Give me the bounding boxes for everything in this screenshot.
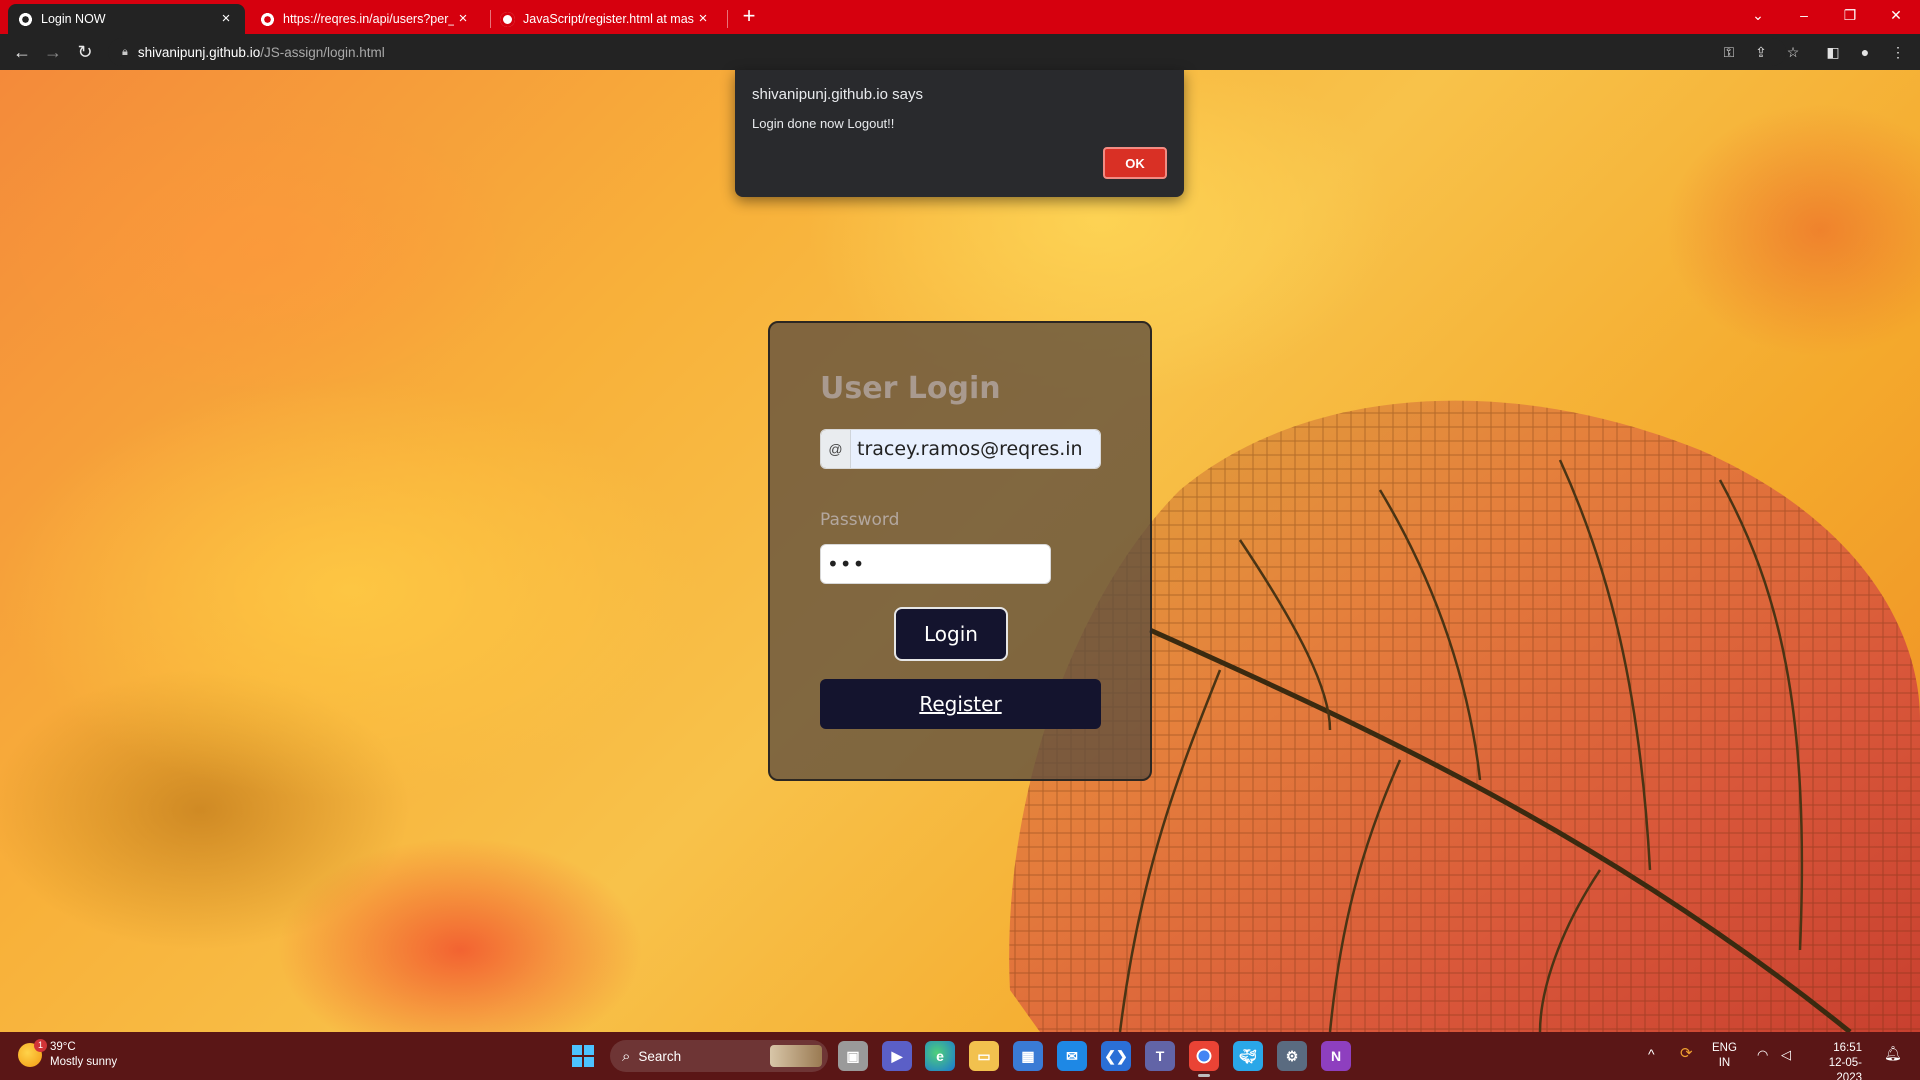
url-host: shivanipunj.github.io: [137, 44, 261, 60]
onenote-icon[interactable]: N: [1321, 1041, 1351, 1071]
forward-icon[interactable]: →: [41, 40, 65, 64]
windows-taskbar: 1 39°C Mostly sunny ⌕ Search ▣ ▶ e ▭ ▦ ✉…: [0, 1032, 1920, 1080]
tab-title: https://reqres.in/api/users?per_p: [283, 12, 454, 26]
search-highlight-image: [770, 1045, 822, 1067]
url-path: /JS-assign/login.html: [260, 44, 385, 60]
password-field[interactable]: [820, 544, 1051, 584]
email-field[interactable]: [851, 430, 1100, 468]
browser-toolbar: ← → ↻ 🔒︎ shivanipunj.github.io/JS-assign…: [0, 34, 1920, 70]
page-background: User Login @ Password Login Register: [0, 70, 1920, 1032]
close-tab-icon[interactable]: ×: [454, 10, 472, 28]
lock-icon[interactable]: 🔒︎: [122, 46, 128, 59]
weather-widget[interactable]: 1 39°C Mostly sunny: [18, 1039, 118, 1070]
file-explorer-icon[interactable]: ▭: [969, 1041, 999, 1071]
tab-search-icon[interactable]: ⌄: [1736, 0, 1780, 30]
windows-start-icon[interactable]: [572, 1045, 594, 1067]
at-sign-icon: @: [821, 430, 851, 468]
weather-condition: Mostly sunny: [50, 1056, 118, 1068]
address-bar[interactable]: 🔒︎ shivanipunj.github.io/JS-assign/login…: [108, 38, 1786, 66]
key-icon[interactable]: ⚿: [1719, 42, 1739, 62]
login-button[interactable]: Login: [894, 607, 1008, 661]
edge-icon[interactable]: e: [925, 1041, 955, 1071]
search-label: Search: [638, 1048, 682, 1064]
side-panel-icon[interactable]: ◧: [1823, 42, 1843, 62]
vscode-icon[interactable]: ❮❯: [1101, 1041, 1131, 1071]
close-tab-icon[interactable]: ×: [217, 10, 235, 28]
chevron-up-icon[interactable]: ^: [1648, 1047, 1655, 1062]
search-icon: ⌕: [622, 1047, 631, 1065]
tab-title: Login NOW: [41, 12, 106, 26]
task-view-icon[interactable]: ▣: [838, 1041, 868, 1071]
email-input-group: @: [820, 429, 1101, 469]
new-tab-button[interactable]: +: [736, 5, 762, 29]
taskbar-search[interactable]: ⌕ Search: [610, 1040, 828, 1072]
notification-badge: 1: [34, 1039, 47, 1052]
mail-icon[interactable]: ✉: [1057, 1041, 1087, 1071]
store-icon[interactable]: ▦: [1013, 1041, 1043, 1071]
tab-github-register[interactable]: JavaScript/register.html at maste ×: [490, 4, 722, 34]
register-link[interactable]: Register: [820, 679, 1101, 729]
temperature: 39°C: [50, 1041, 76, 1053]
teams-icon[interactable]: T: [1145, 1041, 1175, 1071]
time: 16:51: [1833, 1042, 1862, 1054]
tab-reqres-api[interactable]: https://reqres.in/api/users?per_p ×: [250, 4, 482, 34]
settings-gear-icon[interactable]: ⚙: [1277, 1041, 1307, 1071]
tab-title: JavaScript/register.html at maste: [523, 12, 694, 26]
clock[interactable]: 16:51 12-05-2023: [1806, 1041, 1862, 1080]
globe-icon: [18, 11, 33, 27]
restore-icon[interactable]: ❐: [1828, 0, 1872, 30]
back-icon[interactable]: ←: [10, 40, 34, 64]
region-code: IN: [1718, 1057, 1731, 1069]
star-icon[interactable]: ☆: [1783, 42, 1803, 62]
sun-icon: 1: [18, 1039, 47, 1067]
wifi-icon[interactable]: ◠: [1757, 1047, 1768, 1062]
meet-icon[interactable]: ▶: [882, 1041, 912, 1071]
chrome-icon[interactable]: [1189, 1041, 1219, 1077]
password-label: Password: [820, 510, 900, 530]
share-icon[interactable]: ⇪: [1751, 42, 1771, 62]
reload-icon[interactable]: ↻: [73, 40, 97, 64]
date: 12-05-2023: [1828, 1057, 1862, 1080]
menu-icon[interactable]: ⋮: [1888, 42, 1908, 62]
minimize-icon[interactable]: –: [1782, 0, 1826, 30]
globe-icon: [260, 11, 275, 27]
language-code: ENG: [1712, 1042, 1737, 1054]
login-title: User Login: [820, 371, 1001, 406]
close-window-icon[interactable]: ✕: [1874, 0, 1918, 30]
browser-tab-strip: Login NOW × https://reqres.in/api/users?…: [0, 0, 1920, 34]
close-tab-icon[interactable]: ×: [694, 10, 712, 28]
dialog-message: Login done now Logout!!: [752, 116, 895, 131]
login-card: User Login @ Password Login Register: [768, 321, 1152, 781]
language-indicator[interactable]: ENG IN: [1712, 1041, 1737, 1071]
docker-icon[interactable]: 🐳︎: [1233, 1041, 1263, 1071]
notification-bell-icon[interactable]: 🔔︎: [1884, 1046, 1902, 1061]
alert-dialog: shivanipunj.github.io says Login done no…: [735, 70, 1184, 197]
tab-separator: [727, 10, 728, 28]
profile-icon[interactable]: ●: [1855, 42, 1875, 62]
dialog-title: shivanipunj.github.io says: [752, 86, 923, 103]
github-icon: [500, 11, 515, 27]
sync-icon[interactable]: ⟳: [1680, 1046, 1693, 1061]
ok-button[interactable]: OK: [1103, 147, 1167, 179]
tab-login-now[interactable]: Login NOW ×: [8, 4, 245, 34]
speaker-icon[interactable]: ◁: [1781, 1047, 1791, 1062]
